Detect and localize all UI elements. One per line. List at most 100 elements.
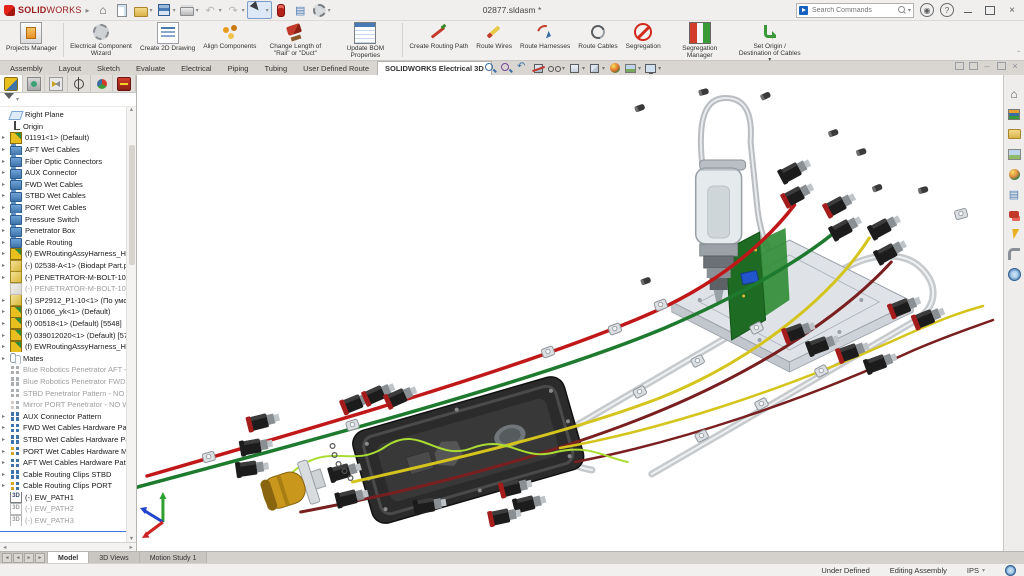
tree-item[interactable]: ▸ (-) EW_PATH1: [0, 492, 127, 504]
filter-funnel-icon[interactable]: [4, 93, 14, 104]
tree-item[interactable]: ▸ STBD Wet Cables: [0, 190, 127, 202]
tree-item[interactable]: ▸ Mirror PORT Penetrator - NO WET: [0, 399, 127, 411]
electrical-manager-tab[interactable]: [113, 75, 136, 92]
view-palette-button[interactable]: [1007, 147, 1021, 161]
create-2d-drawing-button[interactable]: Create 2D Drawing: [136, 20, 199, 60]
custom-properties-button[interactable]: [1007, 187, 1021, 201]
solidworks-logo[interactable]: SOLIDWORKS: [4, 5, 82, 16]
expand-arrow-icon[interactable]: ▸: [2, 332, 9, 339]
first-tab-icon[interactable]: ◄: [2, 553, 12, 563]
home-button[interactable]: [94, 2, 113, 18]
displaymanager-tab[interactable]: [91, 75, 114, 92]
expand-arrow-icon[interactable]: ▸: [2, 424, 9, 431]
expand-arrow-icon[interactable]: ▸: [2, 227, 9, 234]
appearances-scenes-button[interactable]: [1007, 167, 1021, 181]
routing-library-button[interactable]: [1007, 247, 1021, 261]
scroll-down-icon[interactable]: ▼: [129, 536, 134, 542]
tab-assembly[interactable]: Assembly: [2, 61, 51, 75]
tree-item[interactable]: ▸ (-) EW_PATH3: [0, 515, 127, 527]
expand-arrow-icon[interactable]: ▸: [2, 297, 9, 304]
propertymanager-tab[interactable]: [23, 75, 46, 92]
maximize-button[interactable]: [982, 3, 998, 17]
electrical-component-wizard-button[interactable]: Electrical Component Wizard: [66, 20, 136, 60]
filter-caret-icon[interactable]: ▾: [16, 96, 19, 103]
scroll-up-icon[interactable]: ▲: [129, 107, 134, 113]
tree-item[interactable]: ▸ Cable Routing Clips STBD: [0, 468, 127, 480]
tree-item[interactable]: ▸ AFT Wet Cables: [0, 144, 127, 156]
tree-item[interactable]: ▸ (f) 039012020<1> (Default) [5781]: [0, 329, 127, 341]
doc-minimize-button[interactable]: –: [982, 61, 992, 71]
tree-item[interactable]: ▸ (f) 00518<1> (Default) [5548]: [0, 318, 127, 330]
tab-tubing[interactable]: Tubing: [256, 61, 295, 75]
tree-item[interactable]: ▸ Pressure Switch: [0, 213, 127, 225]
tree-item[interactable]: ▸ Origin: [0, 121, 127, 133]
route-cables-button[interactable]: Route Cables: [574, 20, 621, 60]
tree-item[interactable]: ▸ FWD Wet Cables Hardware Pattern: [0, 422, 127, 434]
tree-item[interactable]: ▸ (-) EW_PATH2: [0, 503, 127, 515]
view-settings-button[interactable]: [643, 62, 662, 75]
expand-arrow-icon[interactable]: ▸: [2, 250, 9, 257]
expand-arrow-icon[interactable]: ▸: [2, 413, 9, 420]
scroll-right-icon[interactable]: ►: [129, 545, 134, 551]
featuremanager-tab[interactable]: [0, 75, 23, 92]
expand-arrow-icon[interactable]: ▸: [2, 134, 9, 141]
expand-arrow-icon[interactable]: ▸: [2, 158, 9, 165]
tab-solidworks-electrical-3d[interactable]: SOLIDWORKS Electrical 3D: [377, 61, 492, 75]
tree-item[interactable]: ▸ Cable Routing: [0, 237, 127, 249]
route-harnesses-button[interactable]: Route Harnesses: [516, 20, 574, 60]
cascade-window-icon[interactable]: [968, 61, 978, 71]
collapse-ribbon-chevron[interactable]: ˆ: [1017, 50, 1020, 59]
projects-manager-button[interactable]: Projects Manager: [2, 20, 61, 60]
previous-view-button[interactable]: [515, 62, 530, 75]
design-library-button[interactable]: [1007, 107, 1021, 121]
scroll-left-icon[interactable]: ◄: [2, 545, 7, 551]
scroll-thumb[interactable]: [129, 145, 135, 265]
forum-button[interactable]: [1007, 207, 1021, 221]
tree-item[interactable]: ▸ (f) 01066_yk<1> (Default): [0, 306, 127, 318]
expand-arrow-icon[interactable]: ▸: [2, 436, 9, 443]
new-window-icon[interactable]: [954, 61, 964, 71]
tree-item[interactable]: ▸ Blue Robotics Penetrator AFT - NO: [0, 364, 127, 376]
zoom-fit-button[interactable]: [483, 62, 498, 75]
expand-arrow-icon[interactable]: ▸: [2, 459, 9, 466]
electrical-symbols-button[interactable]: [1007, 227, 1021, 241]
tree-item[interactable]: ▸ (f) EWRoutingAssyHarness_H3[375: [0, 341, 127, 353]
tree-item[interactable]: ▸ PORT Wet Cables Hardware Mirror: [0, 445, 127, 457]
expand-arrow-icon[interactable]: ▸: [2, 169, 9, 176]
view-orientation-button[interactable]: [587, 62, 606, 75]
account-icon[interactable]: ◉: [920, 3, 934, 17]
expand-arrow-icon[interactable]: ▸: [2, 471, 9, 478]
search-commands-box[interactable]: ▾: [796, 3, 914, 18]
tab-electrical[interactable]: Electrical: [173, 61, 219, 75]
display-style-button[interactable]: [567, 62, 586, 75]
tab-piping[interactable]: Piping: [220, 61, 257, 75]
select-arrow-button[interactable]: [247, 1, 272, 19]
tree-item[interactable]: ▸ STBD Penetrator Pattern - NO WET: [0, 387, 127, 399]
save-button[interactable]: [155, 2, 178, 18]
zoom-area-button[interactable]: [499, 62, 514, 75]
update-bom-button[interactable]: Update BOM Properties: [330, 20, 400, 60]
unit-system[interactable]: IPS▾: [967, 566, 985, 575]
appearances-button[interactable]: [607, 62, 622, 75]
expand-arrow-icon[interactable]: ▸: [2, 262, 9, 269]
doc-close-button[interactable]: ×: [1010, 61, 1020, 71]
segregation-manager-button[interactable]: Segregation Manager: [665, 20, 735, 60]
file-explorer-button[interactable]: [1007, 127, 1021, 141]
tree-item[interactable]: ▸ AUX Connector Pattern: [0, 410, 127, 422]
expand-arrow-icon[interactable]: ▸: [2, 239, 9, 246]
expand-arrow-icon[interactable]: ▸: [2, 274, 9, 281]
tree-item[interactable]: ▸ AUX Connector: [0, 167, 127, 179]
expand-arrow-icon[interactable]: ▸: [2, 448, 9, 455]
change-length-button[interactable]: Change Length of "Rail" or "Duct": [260, 20, 330, 60]
tree-item[interactable]: ▸ Fiber Optic Connectors: [0, 155, 127, 167]
segregation-button[interactable]: Segregation: [622, 20, 665, 60]
minimize-button[interactable]: [960, 3, 976, 17]
tree-item[interactable]: ▸ (-) SP2912_P1-10<1> (По умолча: [0, 295, 127, 307]
search-input[interactable]: [810, 6, 896, 15]
tree-item[interactable]: ▸ 01191<1> (Default): [0, 132, 127, 144]
tree-item[interactable]: ▸ Blue Robotics Penetrator FWD - NO: [0, 376, 127, 388]
expand-arrow-icon[interactable]: ▸: [2, 308, 9, 315]
menu-flyout-arrow[interactable]: ▸: [86, 6, 90, 15]
expand-arrow-icon[interactable]: ▸: [2, 181, 9, 188]
doc-restore-button[interactable]: [996, 61, 1006, 71]
